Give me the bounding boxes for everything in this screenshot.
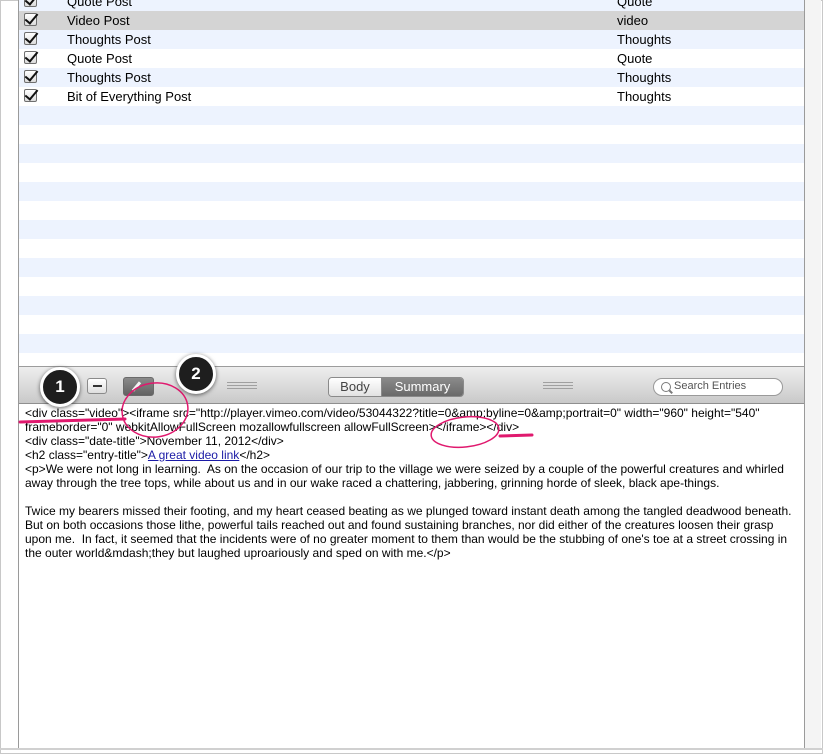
right-resize-grip[interactable] <box>543 382 573 389</box>
publish-checkbox[interactable] <box>24 51 37 64</box>
tab-body[interactable]: Body <box>329 378 382 396</box>
publish-checkbox[interactable] <box>24 70 37 83</box>
empty-row <box>19 277 804 296</box>
empty-row <box>19 182 804 201</box>
pencil-icon <box>131 381 142 392</box>
publish-checkbox[interactable] <box>24 89 37 102</box>
code-line-3: <div class="date-title">November 11, 201… <box>25 434 284 448</box>
list-item[interactable]: Bit of Everything Post Thoughts <box>19 87 804 106</box>
entry-title: Thoughts Post <box>67 70 151 85</box>
list-item[interactable]: Thoughts Post Thoughts <box>19 30 804 49</box>
edit-button[interactable] <box>123 377 154 396</box>
list-item[interactable]: Quote Post Quote <box>19 49 804 68</box>
tab-summary[interactable]: Summary <box>382 378 463 396</box>
paragraph-2: Twice my bearers missed their footing, a… <box>25 504 795 560</box>
entry-format: video <box>617 13 649 28</box>
publish-checkbox[interactable] <box>24 32 37 45</box>
code-line-1: <div class="video"><iframe src="http://p… <box>25 406 760 420</box>
empty-row <box>19 144 804 163</box>
entry-format: Thoughts <box>617 32 672 47</box>
entry-format: Thoughts <box>617 70 672 85</box>
empty-row <box>19 334 804 353</box>
empty-row <box>19 296 804 315</box>
search-placeholder: Search Entries <box>674 380 747 392</box>
entry-title: Quote Post <box>67 51 133 66</box>
code-line-4-pre: <h2 class="entry-title"> <box>25 448 148 462</box>
editor-toolbar: Body Summary Search Entries <box>19 366 804 404</box>
code-line-2: frameborder="0" webkitAllowFullScreen mo… <box>25 420 520 434</box>
entries-list: Quote Post Quote Video Post video Thoughts P… <box>19 0 804 372</box>
entry-format: Quote <box>617 0 653 9</box>
empty-row <box>19 163 804 182</box>
empty-row <box>19 315 804 334</box>
window-gutter <box>805 0 821 750</box>
empty-row <box>19 258 804 277</box>
entry-format: Quote <box>617 51 653 66</box>
content-right-border <box>804 0 805 750</box>
remove-entry-button[interactable] <box>87 378 107 394</box>
annotation-badge-1: 1 <box>40 367 80 407</box>
annotation-badge-2: 2 <box>176 354 216 394</box>
list-item[interactable]: Video Post video <box>19 11 804 30</box>
empty-row <box>19 201 804 220</box>
empty-row <box>19 239 804 258</box>
entry-title: Bit of Everything Post <box>67 89 192 104</box>
entry-title: Thoughts Post <box>67 32 151 47</box>
entry-title-link[interactable]: A great video link <box>148 448 239 462</box>
list-item[interactable]: Thoughts Post Thoughts <box>19 68 804 87</box>
empty-row <box>19 125 804 144</box>
left-resize-grip[interactable] <box>227 382 257 389</box>
search-icon <box>661 382 671 392</box>
entry-title: Quote Post <box>67 0 133 9</box>
paragraph-1: <p>We were not long in learning. As on t… <box>25 462 788 490</box>
window-bottom-edge <box>0 748 823 750</box>
entry-format: Thoughts <box>617 89 672 104</box>
entry-title: Video Post <box>67 13 130 28</box>
publish-checkbox[interactable] <box>24 0 37 7</box>
publish-checkbox[interactable] <box>24 13 37 26</box>
empty-row <box>19 220 804 239</box>
summary-editor[interactable]: <div class="video"><iframe src="http://p… <box>19 404 804 748</box>
empty-row <box>19 106 804 125</box>
code-line-4-post: </h2> <box>239 448 271 462</box>
editor-text[interactable]: <div class="video"><iframe src="http://p… <box>25 406 801 560</box>
search-input[interactable]: Search Entries <box>653 378 783 396</box>
body-summary-toggle: Body Summary <box>328 377 464 397</box>
list-item[interactable]: Quote Post Quote <box>19 0 804 11</box>
